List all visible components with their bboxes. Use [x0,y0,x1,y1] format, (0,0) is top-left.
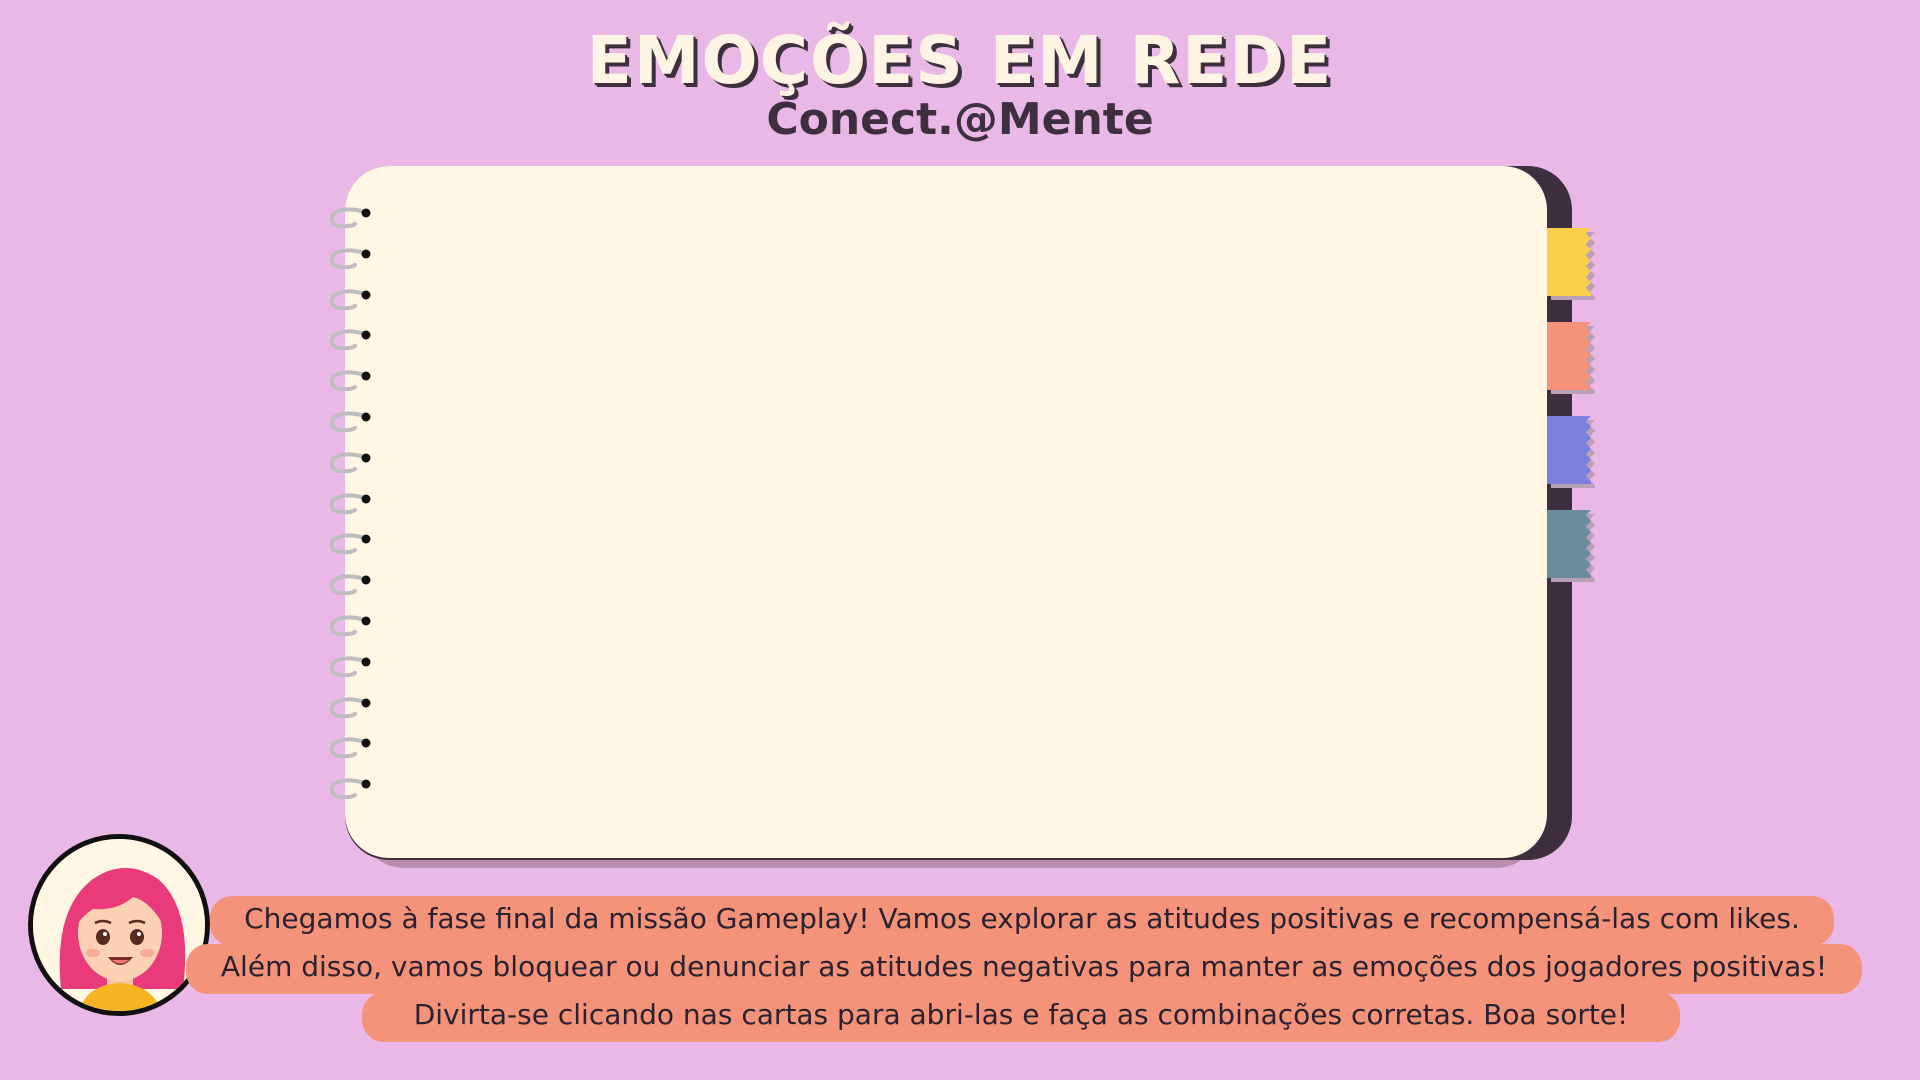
spiral-ring [329,697,371,718]
spiral-ring [329,533,371,555]
game-subtitle: Conect.@Mente [766,94,1154,145]
dialogue-line-1: Chegamos à fase final da missão Gameplay… [210,896,1834,946]
dialogue-line-3: Divirta-se clicando nas cartas para abri… [362,992,1680,1042]
spiral-ring [329,615,371,637]
notebook-tab-salmon[interactable] [1547,322,1591,390]
notebook-tab-yellow[interactable] [1547,228,1591,296]
spiral-ring [329,778,371,800]
spiral-ring [329,574,371,596]
dialogue-line-2: Além disso, vamos bloquear ou denunciar … [186,944,1862,994]
spiral-ring [329,207,371,229]
spiral-ring [329,248,371,270]
notebook-tab-purple[interactable] [1547,416,1591,484]
spiral-ring [329,289,371,310]
spiral-ring [329,452,371,474]
spiral-ring [329,411,371,433]
spiral-ring [329,656,371,678]
game-title: EMOÇÕES EM REDE [586,22,1334,99]
spiral-ring [329,329,371,351]
spiral-ring [329,737,371,759]
spiral-ring [329,493,371,514]
notebook-page [345,166,1547,858]
girl-pink-hair-avatar [28,834,210,1016]
notebook-tab-teal[interactable] [1547,510,1591,578]
spiral-ring [329,370,371,392]
avatar-illustration [33,839,205,1011]
